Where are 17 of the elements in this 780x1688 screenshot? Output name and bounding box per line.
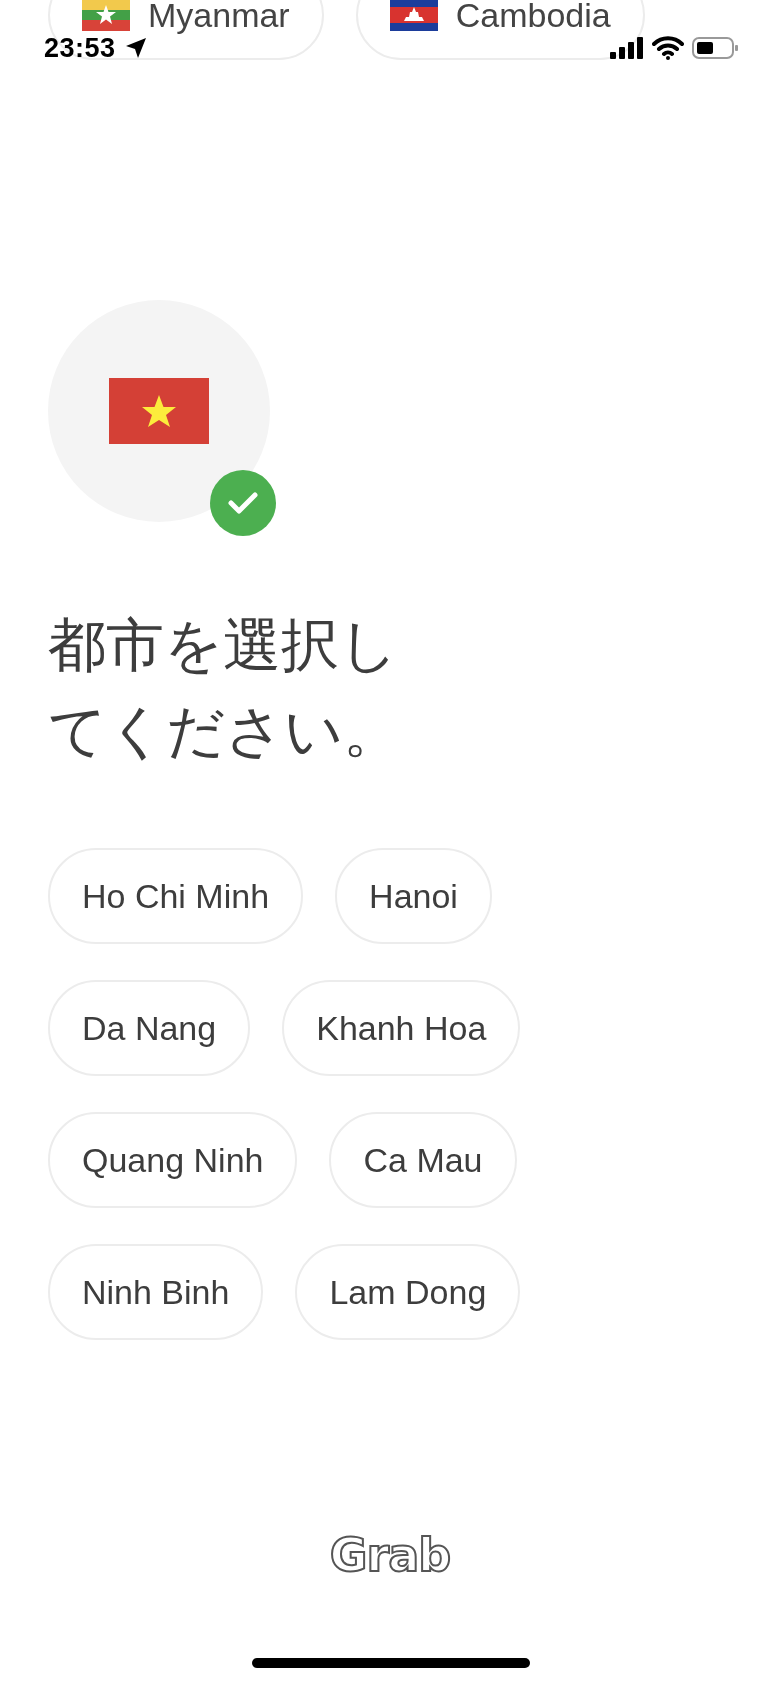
signal-icon	[610, 37, 644, 59]
country-name: Cambodia	[455, 0, 611, 35]
city-chip[interactable]: Ninh Binh	[48, 1244, 264, 1340]
city-chip[interactable]: Hanoi	[335, 848, 492, 944]
city-chip[interactable]: Quang Ninh	[48, 1112, 298, 1208]
page-heading: 都市を選択してください。	[48, 611, 402, 765]
battery-icon	[692, 36, 740, 60]
city-chip[interactable]: Khanh Hoa	[282, 980, 521, 1076]
country-name: Myanmar	[148, 0, 290, 35]
city-chip[interactable]: Lam Dong	[295, 1244, 521, 1340]
flag-icon	[109, 378, 209, 444]
city-chip[interactable]: Ca Mau	[329, 1112, 517, 1208]
city-chip[interactable]: Da Nang	[48, 980, 251, 1076]
check-icon	[228, 491, 258, 515]
wifi-icon	[652, 36, 684, 60]
city-chip[interactable]: Ho Chi Minh	[48, 848, 304, 944]
grab-logo: Grab	[329, 1528, 451, 1582]
